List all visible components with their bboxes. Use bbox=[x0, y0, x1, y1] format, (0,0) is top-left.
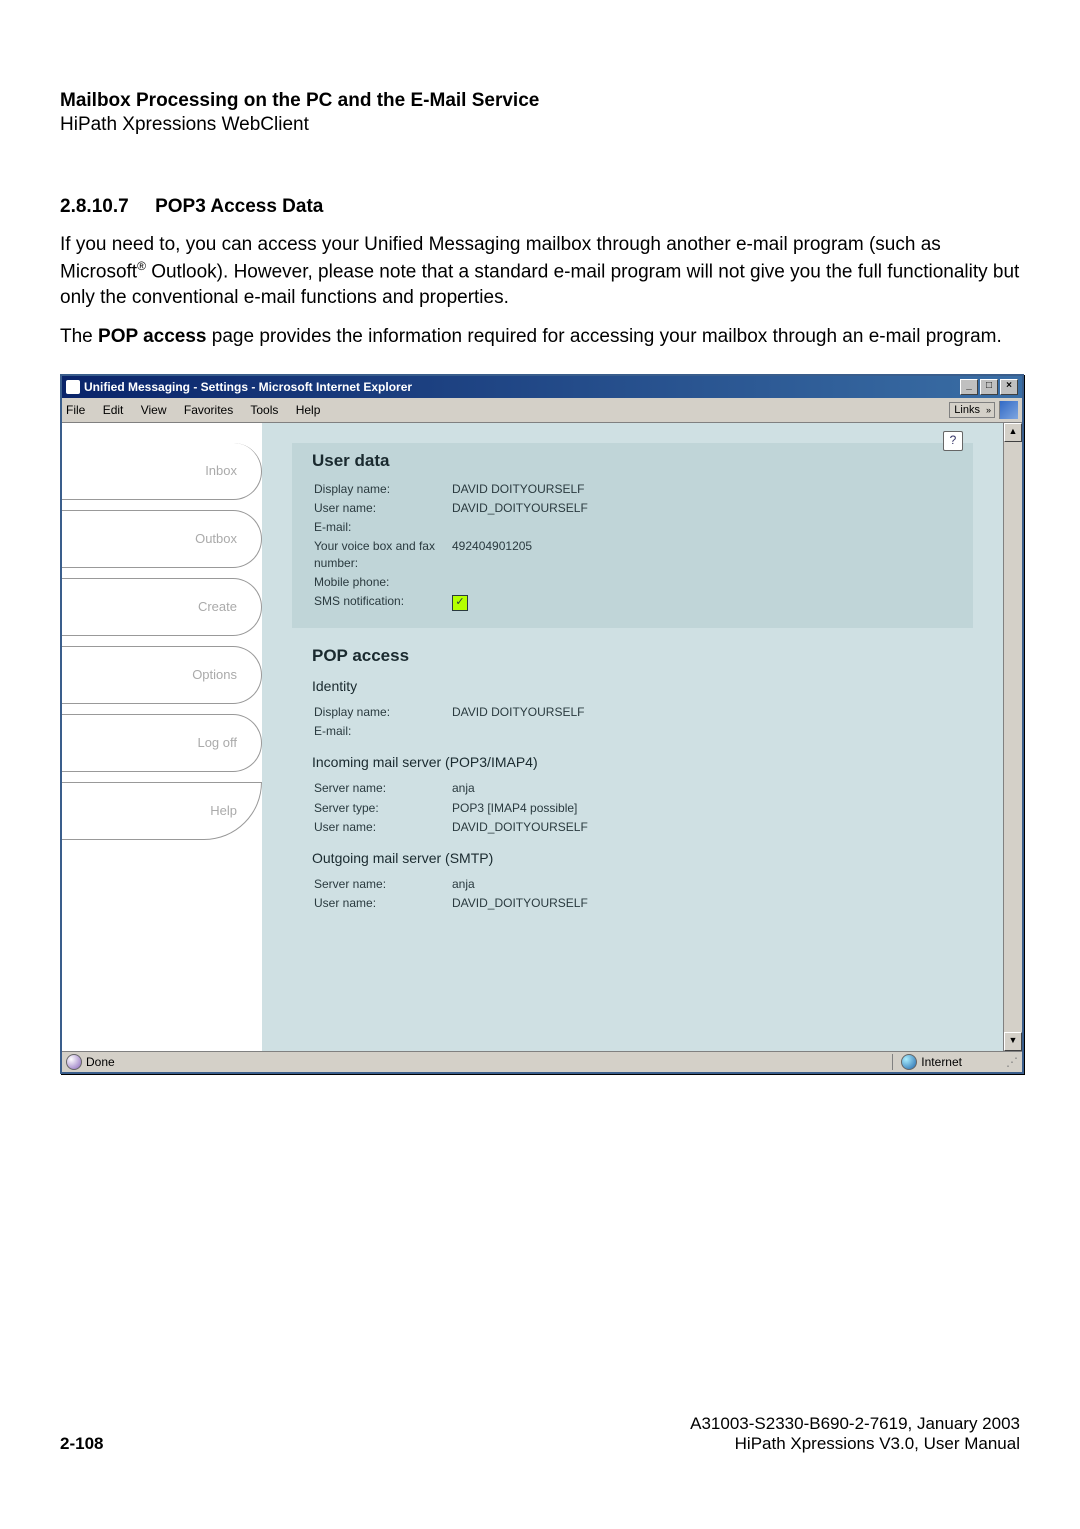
ud-value bbox=[452, 519, 594, 536]
pop-access-heading: POP access bbox=[312, 646, 953, 666]
paragraph-1: If you need to, you can access your Unif… bbox=[60, 232, 1020, 310]
zone-text: Internet bbox=[921, 1055, 962, 1069]
in-label: Server name: bbox=[314, 780, 450, 797]
incoming-heading: Incoming mail server (POP3/IMAP4) bbox=[312, 754, 953, 770]
status-text: Done bbox=[86, 1055, 115, 1069]
sidebar-item-logoff[interactable]: Log off bbox=[62, 714, 262, 772]
sidebar-item-create[interactable]: Create bbox=[62, 578, 262, 636]
in-value: POP3 [IMAP4 possible] bbox=[452, 800, 594, 817]
in-value: DAVID_DOITYOURSELF bbox=[452, 819, 594, 836]
sidebar-item-label: Create bbox=[198, 599, 237, 614]
links-button[interactable]: Links» bbox=[949, 402, 995, 418]
menu-edit[interactable]: Edit bbox=[103, 403, 124, 417]
menu-bar: File Edit View Favorites Tools Help Link… bbox=[62, 398, 1022, 423]
scroll-down-button[interactable]: ▼ bbox=[1004, 1032, 1022, 1051]
minimize-button[interactable]: _ bbox=[960, 379, 978, 395]
pop-access-panel: POP access Identity Display name:DAVID D… bbox=[292, 642, 973, 928]
ud-value: 492404901205 bbox=[452, 538, 594, 571]
out-value: anja bbox=[452, 876, 594, 893]
sidebar-item-label: Log off bbox=[197, 735, 237, 750]
sidebar-item-outbox[interactable]: Outbox bbox=[62, 510, 262, 568]
vertical-scrollbar[interactable]: ▲ ▼ bbox=[1003, 423, 1022, 1051]
maximize-button[interactable]: □ bbox=[980, 379, 998, 395]
identity-table: Display name:DAVID DOITYOURSELF E-mail: bbox=[312, 702, 592, 742]
chapter-title: Mailbox Processing on the PC and the E-M… bbox=[60, 90, 1020, 112]
user-data-panel: User data Display name:DAVID DOITYOURSEL… bbox=[292, 443, 973, 628]
done-icon bbox=[66, 1054, 82, 1070]
sms-checkbox[interactable]: ✓ bbox=[452, 595, 468, 611]
zone-indicator: Internet bbox=[892, 1054, 1002, 1070]
menu-file[interactable]: File bbox=[66, 403, 85, 417]
user-data-table: Display name:DAVID DOITYOURSELF User nam… bbox=[312, 479, 596, 614]
menu-tools[interactable]: Tools bbox=[250, 403, 278, 417]
sidebar-item-label: Help bbox=[210, 803, 237, 818]
sidebar-item-label: Inbox bbox=[205, 463, 237, 478]
sidebar-item-help[interactable]: Help bbox=[62, 782, 262, 840]
sidebar-item-inbox[interactable]: Inbox bbox=[62, 443, 262, 500]
sidebar-item-label: Outbox bbox=[195, 531, 237, 546]
ie-logo-icon bbox=[999, 401, 1018, 419]
content-pane: ? User data Display name:DAVID DOITYOURS… bbox=[262, 423, 1003, 1051]
menu-favorites[interactable]: Favorites bbox=[184, 403, 233, 417]
out-label: User name: bbox=[314, 895, 450, 912]
out-value: DAVID_DOITYOURSELF bbox=[452, 895, 594, 912]
out-label: Server name: bbox=[314, 876, 450, 893]
menu-help[interactable]: Help bbox=[296, 403, 321, 417]
page-number: 2-108 bbox=[60, 1434, 103, 1454]
identity-heading: Identity bbox=[312, 678, 953, 694]
id-value bbox=[452, 723, 590, 740]
status-bar: Done Internet ⋰ bbox=[62, 1051, 1022, 1072]
close-button[interactable]: × bbox=[1000, 379, 1018, 395]
ud-value bbox=[452, 574, 594, 591]
ud-value: DAVID DOITYOURSELF bbox=[452, 481, 594, 498]
ud-label: Display name: bbox=[314, 481, 450, 498]
window-title: Unified Messaging - Settings - Microsoft… bbox=[84, 380, 412, 394]
product-line: HiPath Xpressions V3.0, User Manual bbox=[690, 1434, 1020, 1454]
incoming-table: Server name:anja Server type:POP3 [IMAP4… bbox=[312, 778, 596, 838]
id-value: DAVID DOITYOURSELF bbox=[452, 704, 590, 721]
user-data-heading: User data bbox=[312, 451, 953, 471]
section-heading: 2.8.10.7 POP3 Access Data bbox=[60, 196, 1020, 218]
ud-label: Your voice box and fax number: bbox=[314, 538, 450, 571]
scroll-up-button[interactable]: ▲ bbox=[1004, 423, 1022, 442]
menu-items: File Edit View Favorites Tools Help bbox=[66, 403, 334, 417]
window-titlebar: Unified Messaging - Settings - Microsoft… bbox=[62, 376, 1022, 398]
outgoing-heading: Outgoing mail server (SMTP) bbox=[312, 850, 953, 866]
in-value: anja bbox=[452, 780, 594, 797]
section-title: POP3 Access Data bbox=[155, 196, 323, 217]
sidebar: Inbox Outbox Create Options Log off Help bbox=[62, 423, 262, 1051]
help-icon[interactable]: ? bbox=[943, 431, 963, 451]
in-label: User name: bbox=[314, 819, 450, 836]
resize-grip-icon[interactable]: ⋰ bbox=[1002, 1055, 1018, 1069]
ud-label: User name: bbox=[314, 500, 450, 517]
globe-icon bbox=[901, 1054, 917, 1070]
ud-label: Mobile phone: bbox=[314, 574, 450, 591]
ud-label: E-mail: bbox=[314, 519, 450, 536]
doc-number: A31003-S2330-B690-2-7619, January 2003 bbox=[690, 1414, 1020, 1434]
id-label: Display name: bbox=[314, 704, 450, 721]
section-number: 2.8.10.7 bbox=[60, 196, 129, 217]
in-label: Server type: bbox=[314, 800, 450, 817]
chapter-subtitle: HiPath Xpressions WebClient bbox=[60, 114, 1020, 136]
menu-view[interactable]: View bbox=[141, 403, 167, 417]
page-footer: 2-108 A31003-S2330-B690-2-7619, January … bbox=[60, 1414, 1020, 1454]
id-label: E-mail: bbox=[314, 723, 450, 740]
outgoing-table: Server name:anja User name:DAVID_DOITYOU… bbox=[312, 874, 596, 914]
sidebar-item-label: Options bbox=[192, 667, 237, 682]
ud-value: DAVID_DOITYOURSELF bbox=[452, 500, 594, 517]
sms-label: SMS notification: bbox=[314, 593, 450, 612]
sidebar-item-options[interactable]: Options bbox=[62, 646, 262, 704]
browser-window: Unified Messaging - Settings - Microsoft… bbox=[60, 374, 1024, 1074]
paragraph-2: The POP access page provides the informa… bbox=[60, 324, 1020, 350]
ie-icon bbox=[66, 380, 80, 394]
